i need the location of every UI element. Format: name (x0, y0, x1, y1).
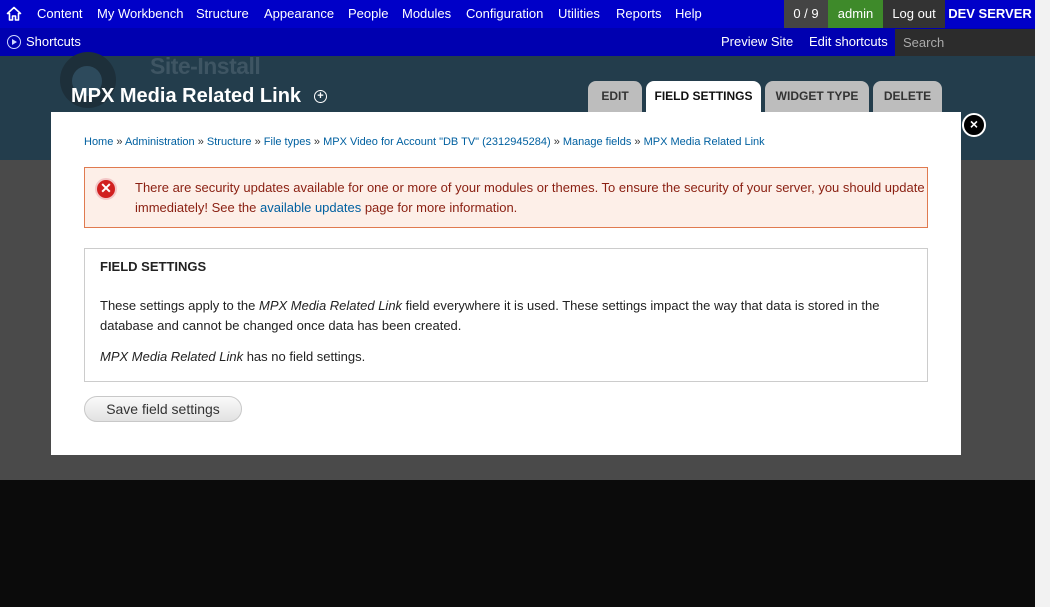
breadcrumb-file-types[interactable]: File types (264, 136, 311, 148)
fieldset-legend: FIELD SETTINGS (100, 259, 207, 274)
desc-field-name: MPX Media Related Link (258, 298, 403, 313)
shortcuts-toggle-icon[interactable] (7, 35, 21, 49)
page-title: MPX Media Related Link (71, 85, 302, 107)
message-text-end: page for more information. (361, 200, 518, 215)
desc-prefix: These settings apply to the (100, 298, 259, 313)
site-name: Site-Install (150, 53, 261, 79)
error-message: ✕ There are security updates available f… (84, 167, 928, 228)
add-shortcut-icon[interactable]: + (314, 90, 327, 103)
tab-edit[interactable]: EDIT (588, 81, 642, 113)
note-field-name: MPX Media Related Link (100, 349, 244, 364)
fieldset-description: These settings apply to the MPX Media Re… (100, 296, 915, 336)
breadcrumb-structure[interactable]: Structure (207, 136, 252, 148)
logout-link[interactable]: Log out (883, 0, 945, 28)
scrollbar-track (1035, 28, 1050, 56)
admin-toolbar: Content My Workbench Structure Appearanc… (0, 0, 1050, 28)
toolbar-item-utilities[interactable]: Utilities (558, 0, 600, 28)
shortcuts-bar: Shortcuts Preview Site Edit shortcuts (0, 28, 1050, 56)
breadcrumb-mpx-video[interactable]: MPX Video for Account "DB TV" (231294528… (323, 136, 551, 148)
message-text-start: There are security updates available for… (135, 180, 925, 215)
home-icon[interactable] (6, 6, 22, 22)
breadcrumb-manage-fields[interactable]: Manage fields (563, 136, 632, 148)
scrollbar-track (1035, 0, 1050, 28)
toolbar-item-modules[interactable]: Modules (402, 0, 451, 28)
tab-widget-type[interactable]: WIDGET TYPE (765, 81, 869, 113)
breadcrumb-administration[interactable]: Administration (125, 136, 195, 148)
field-settings-fieldset: FIELD SETTINGS These settings apply to t… (84, 248, 928, 382)
tab-delete[interactable]: DELETE (873, 81, 942, 113)
toolbar-item-appearance[interactable]: Appearance (264, 0, 334, 28)
error-icon: ✕ (95, 178, 117, 200)
toolbar-item-structure[interactable]: Structure (196, 0, 249, 28)
toolbar-item-my-workbench[interactable]: My Workbench (97, 0, 183, 28)
toolbar-item-reports[interactable]: Reports (616, 0, 662, 28)
breadcrumb-current[interactable]: MPX Media Related Link (644, 136, 765, 148)
scrollbar-track (1035, 56, 1050, 607)
search-input[interactable] (895, 29, 1035, 56)
user-link[interactable]: admin (828, 0, 883, 28)
available-updates-link[interactable]: available updates (260, 200, 361, 215)
close-overlay-button[interactable]: × (962, 113, 986, 137)
toolbar-item-people[interactable]: People (348, 0, 388, 28)
note-suffix: has no field settings. (243, 349, 366, 364)
save-field-settings-button[interactable]: Save field settings (84, 396, 242, 422)
workbench-count-badge[interactable]: 0 / 9 (784, 0, 828, 28)
error-message-text: There are security updates available for… (135, 178, 925, 218)
preview-site-link[interactable]: Preview Site (721, 28, 793, 56)
shortcuts-label[interactable]: Shortcuts (26, 28, 81, 56)
toolbar-item-content[interactable]: Content (37, 0, 83, 28)
edit-shortcuts-link[interactable]: Edit shortcuts (809, 28, 888, 56)
tab-field-settings[interactable]: FIELD SETTINGS (646, 81, 761, 113)
breadcrumb-home[interactable]: Home (84, 136, 113, 148)
environment-badge: DEV SERVER (945, 0, 1035, 28)
fieldset-note: MPX Media Related Link has no field sett… (100, 349, 365, 364)
toolbar-item-help[interactable]: Help (675, 0, 702, 28)
breadcrumb: Home » Administration » Structure » File… (84, 136, 765, 148)
toolbar-item-configuration[interactable]: Configuration (466, 0, 543, 28)
